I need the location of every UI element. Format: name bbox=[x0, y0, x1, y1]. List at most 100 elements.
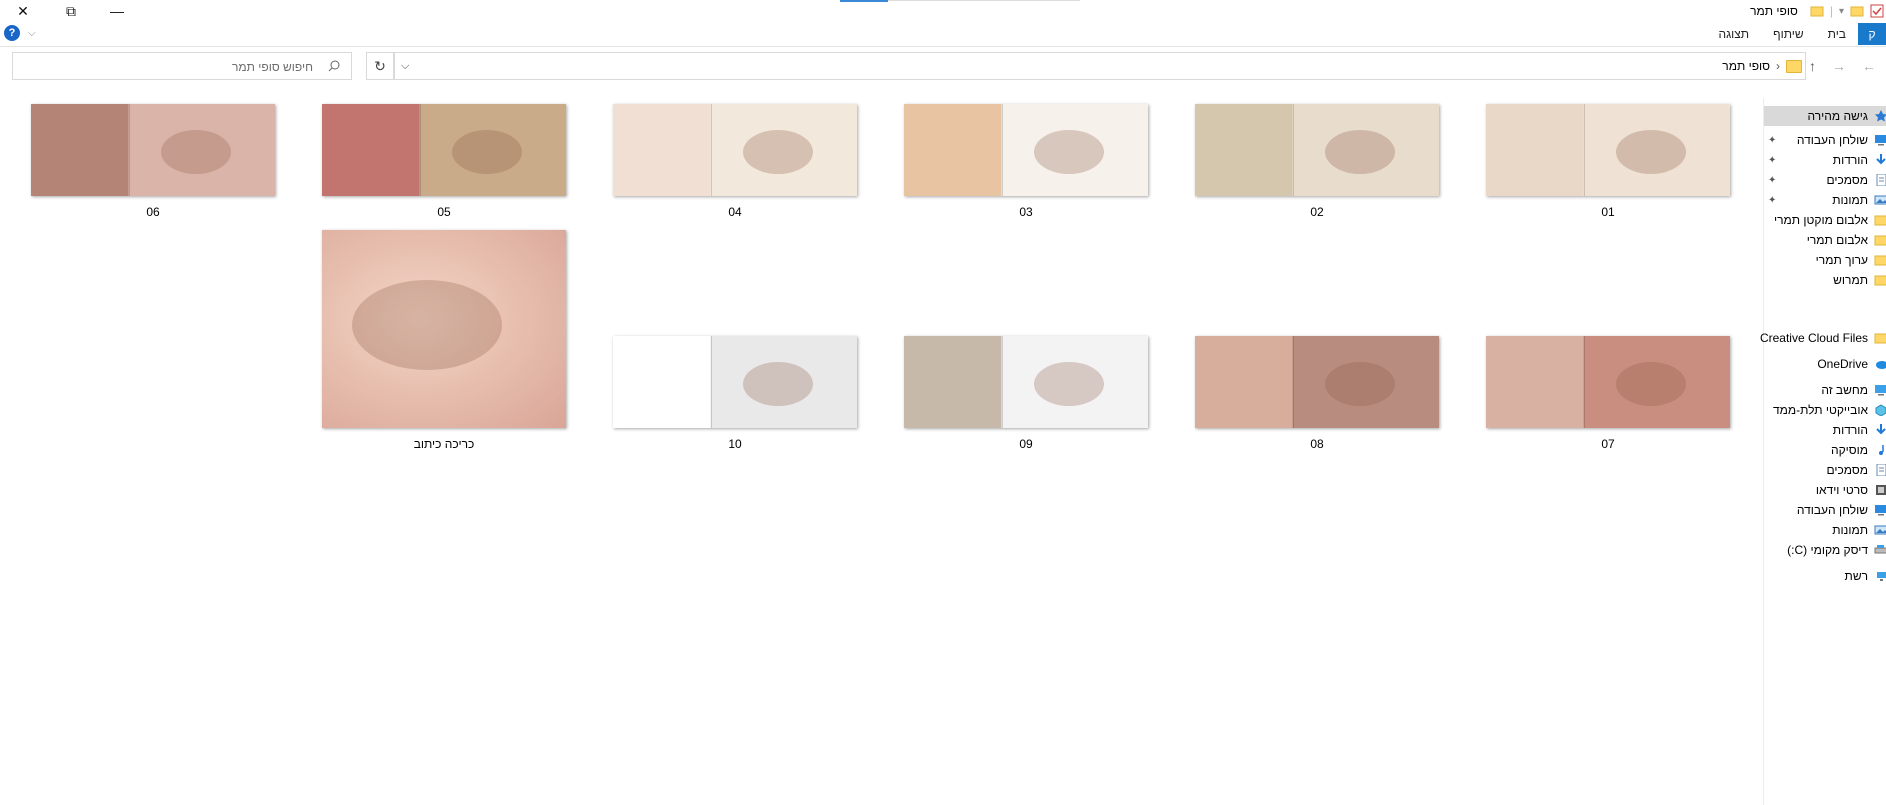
photo-subject bbox=[1034, 130, 1104, 174]
spread-divider bbox=[1583, 336, 1585, 428]
videos-icon bbox=[1876, 485, 1886, 495]
nav-quick-item[interactable]: ערוך תמרי bbox=[1764, 250, 1886, 270]
tab-share[interactable]: שיתוף bbox=[1761, 23, 1816, 45]
nav-creative-cloud[interactable]: Creative Cloud Files bbox=[1760, 328, 1886, 348]
nav-label: Creative Cloud Files bbox=[1759, 331, 1868, 345]
pictures-icon bbox=[1874, 195, 1886, 205]
file-thumbnail[interactable] bbox=[1195, 336, 1439, 428]
address-history-chevron-icon[interactable]: ⌵ bbox=[401, 60, 409, 73]
file-name: 04 bbox=[728, 205, 742, 219]
pictures-icon bbox=[1874, 525, 1886, 535]
back-arrow-icon[interactable]: ← bbox=[1862, 58, 1876, 74]
nav-pc-item[interactable]: מוסיקה bbox=[1764, 440, 1886, 460]
minimize-button[interactable]: — bbox=[94, 0, 140, 22]
up-arrow-icon[interactable]: ↑ bbox=[1809, 58, 1816, 74]
cloud-icon bbox=[1876, 361, 1886, 369]
3d-objects-icon bbox=[1875, 404, 1886, 416]
file-name: 06 bbox=[146, 205, 160, 219]
breadcrumb-folder-icon bbox=[1786, 59, 1802, 73]
breadcrumb-chevron-icon[interactable]: › bbox=[1776, 59, 1780, 73]
new-folder-icon[interactable] bbox=[1850, 4, 1864, 18]
pin-icon[interactable]: ✦ bbox=[1768, 195, 1776, 206]
desktop-icon bbox=[1875, 505, 1886, 516]
photo-subject bbox=[1034, 362, 1104, 406]
file-thumbnail[interactable] bbox=[322, 104, 566, 196]
nav-quick-item[interactable]: תמרוש bbox=[1764, 270, 1886, 290]
search-input[interactable]: חיפוש סופי תמר bbox=[12, 52, 352, 80]
nav-label: ערוך תמרי bbox=[1815, 253, 1868, 267]
nav-pc-item[interactable]: מסמכים bbox=[1764, 460, 1886, 480]
nav-pc-item[interactable]: שולחן העבודה bbox=[1764, 500, 1886, 520]
nav-label: שולחן העבודה bbox=[1796, 503, 1868, 517]
search-placeholder: חיפוש סופי תמר bbox=[231, 60, 313, 74]
address-row: חיפוש סופי תמר ↻ ⌵ ← → ↑ › סופי תמר bbox=[0, 52, 1886, 82]
pin-icon[interactable]: ✦ bbox=[1768, 155, 1776, 166]
nav-quick-item[interactable]: אלבום תמרי bbox=[1764, 230, 1886, 250]
spread-divider bbox=[710, 104, 712, 196]
pin-icon[interactable]: ✦ bbox=[1768, 175, 1776, 186]
file-name: 03 bbox=[1019, 205, 1033, 219]
file-thumbnail[interactable] bbox=[613, 336, 857, 428]
close-icon: ✕ bbox=[17, 2, 29, 19]
folder-icon bbox=[1874, 333, 1886, 344]
file-thumbnail[interactable] bbox=[613, 104, 857, 196]
nav-label: תמרוש bbox=[1833, 273, 1868, 287]
tab-file[interactable]: ק bbox=[1858, 23, 1886, 45]
nav-pc-item[interactable]: תמונות bbox=[1764, 520, 1886, 540]
file-thumbnail[interactable] bbox=[1486, 104, 1730, 196]
network-icon bbox=[1877, 572, 1886, 581]
search-icon bbox=[328, 60, 340, 72]
nav-quick-item[interactable]: שולחן העבודה ✦ bbox=[1764, 130, 1886, 150]
music-icon bbox=[1879, 445, 1884, 455]
title-bar: ✕ ⧉ — ▾ | סופי תמר bbox=[0, 0, 1886, 22]
spread-divider bbox=[419, 104, 421, 196]
nav-quick-item[interactable]: הורדות ✦ bbox=[1764, 150, 1886, 170]
file-name: 07 bbox=[1601, 437, 1615, 451]
nav-pc-item[interactable]: אובייקטי תלת-ממד bbox=[1764, 400, 1886, 420]
drive-icon bbox=[1874, 545, 1886, 554]
file-thumbnail[interactable] bbox=[31, 104, 275, 196]
help-icon[interactable]: ? bbox=[4, 25, 20, 41]
nav-pc-item[interactable]: סרטי וידאו bbox=[1764, 480, 1886, 500]
nav-pc-item[interactable]: הורדות bbox=[1764, 420, 1886, 440]
spread-divider bbox=[128, 104, 130, 196]
file-thumbnail[interactable] bbox=[322, 230, 566, 428]
nav-onedrive[interactable]: OneDrive bbox=[1764, 354, 1886, 374]
file-thumbnail[interactable] bbox=[1486, 336, 1730, 428]
expand-ribbon-chevron-icon[interactable]: ⌵ bbox=[28, 28, 36, 39]
folder-icon bbox=[1874, 255, 1886, 266]
nav-network[interactable]: רשת bbox=[1764, 566, 1886, 586]
nav-quick-item[interactable]: תמונות ✦ bbox=[1764, 190, 1886, 210]
nav-pc-item[interactable]: דיסק מקומי (C:) bbox=[1764, 540, 1886, 560]
nav-this-pc[interactable]: מחשב זה bbox=[1764, 380, 1886, 400]
nav-label: מסמכים bbox=[1826, 173, 1868, 187]
nav-quick-access[interactable]: גישה מהירה bbox=[1764, 106, 1886, 126]
file-thumbnail[interactable] bbox=[904, 336, 1148, 428]
photo-subject bbox=[743, 362, 813, 406]
file-name: 05 bbox=[437, 205, 451, 219]
forward-arrow-icon[interactable]: → bbox=[1832, 58, 1846, 74]
checkbox-properties-icon[interactable] bbox=[1870, 4, 1884, 18]
pin-icon[interactable]: ✦ bbox=[1768, 135, 1776, 146]
file-name: 02 bbox=[1310, 205, 1324, 219]
nav-quick-item[interactable]: מסמכים ✦ bbox=[1764, 170, 1886, 190]
refresh-button[interactable]: ↻ bbox=[366, 52, 394, 80]
file-thumbnail[interactable] bbox=[1195, 104, 1439, 196]
title-separator: | bbox=[1829, 4, 1833, 18]
spread-divider bbox=[710, 336, 712, 428]
tab-view[interactable]: תצוגה bbox=[1706, 23, 1761, 45]
nav-quick-item[interactable]: אלבום מוקטן תמרי bbox=[1764, 210, 1886, 230]
file-name: 09 bbox=[1019, 437, 1033, 451]
close-button[interactable]: ✕ bbox=[0, 0, 46, 22]
documents-icon bbox=[1876, 464, 1886, 476]
maximize-button[interactable]: ⧉ bbox=[48, 0, 94, 22]
customize-toolbar-chevron-icon[interactable]: ▾ bbox=[1839, 6, 1844, 17]
tab-home[interactable]: בית bbox=[1816, 23, 1858, 45]
file-name: כריכה כיתוב bbox=[413, 437, 475, 451]
downloads-icon bbox=[1876, 154, 1886, 165]
nav-label: סרטי וידאו bbox=[1815, 483, 1868, 497]
breadcrumb-current[interactable]: סופי תמר bbox=[1722, 59, 1770, 73]
photo-subject bbox=[1325, 130, 1395, 174]
file-thumbnail[interactable] bbox=[904, 104, 1148, 196]
address-bar[interactable]: ⌵ bbox=[394, 52, 1806, 80]
